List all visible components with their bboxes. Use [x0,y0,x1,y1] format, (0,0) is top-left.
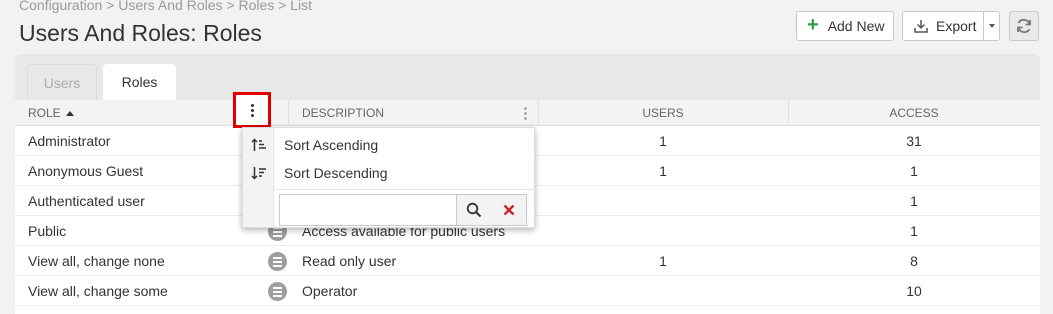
description-column-menu-icon[interactable] [524,107,527,120]
column-menu-popup: Sort Ascending Sort Descending [242,127,536,228]
table-row[interactable]: View all, change some Operator 10 [15,276,1040,306]
column-filter-input[interactable] [279,194,457,226]
column-header-description[interactable]: DESCRIPTION [302,100,384,126]
sort-ascending-option[interactable]: Sort Ascending [243,131,536,159]
column-users-label: USERS [642,106,684,120]
add-new-label: Add New [827,18,885,34]
page-title: Users And Roles: Roles [19,20,262,46]
close-icon [503,204,514,216]
filter-clear-button[interactable] [491,194,527,226]
column-header-users[interactable]: USERS [538,100,788,126]
sort-ascending-icon [243,137,274,153]
table-row[interactable]: View all, change none Read only user 1 8 [15,246,1040,276]
role-name: Public [28,223,67,239]
add-new-button[interactable]: + Add New [796,11,894,41]
caret-down-icon [988,24,995,28]
search-icon [466,202,482,218]
row-menu-icon[interactable] [268,252,287,271]
column-description-label: DESCRIPTION [302,106,385,120]
tab-roles[interactable]: Roles [103,64,176,100]
refresh-button[interactable] [1009,11,1039,41]
role-users-count: 1 [659,253,667,269]
sort-descending-icon [243,165,274,181]
tab-users[interactable]: Users [27,64,97,100]
role-users-count: 1 [659,133,667,149]
role-description: Operator [302,283,358,299]
sort-ascending-indicator-icon [65,110,74,116]
role-name: View all, change some [28,283,168,299]
role-access-count: 10 [906,283,922,299]
column-access-label: ACCESS [889,106,939,120]
role-users-count: 1 [659,163,667,179]
sort-ascending-label: Sort Ascending [284,137,379,153]
sort-descending-option[interactable]: Sort Descending [243,159,536,187]
kebab-icon [250,103,254,117]
plus-icon: + [807,14,819,36]
role-column-menu-button[interactable] [233,92,271,128]
role-access-count: 8 [910,253,918,269]
popup-separator [274,189,536,190]
export-dropdown-toggle[interactable] [983,12,999,40]
role-access-count: 1 [910,163,918,179]
export-button[interactable]: Export [902,11,1000,41]
column-header-role[interactable]: ROLE [28,100,74,126]
col-separator [288,100,289,126]
row-menu-icon[interactable] [268,282,287,301]
role-name: View all, change none [28,253,165,269]
export-label: Export [936,18,977,34]
role-name: Authenticated user [28,193,145,209]
sort-descending-label: Sort Descending [284,165,388,181]
role-access-count: 1 [910,193,918,209]
download-icon [914,20,928,33]
role-name: Administrator [28,133,111,149]
refresh-icon [1017,18,1031,34]
filter-search-button[interactable] [456,194,492,226]
role-name: Anonymous Guest [28,163,144,179]
column-header-access[interactable]: ACCESS [788,100,1040,126]
role-access-count: 1 [910,223,918,239]
column-role-label: ROLE [28,106,61,120]
grid-header: ROLE DESCRIPTION USERS ACCESS [15,100,1040,126]
role-description: Read only user [302,253,397,269]
role-access-count: 31 [906,133,922,149]
breadcrumb: Configuration > Users And Roles > Roles … [19,0,312,13]
